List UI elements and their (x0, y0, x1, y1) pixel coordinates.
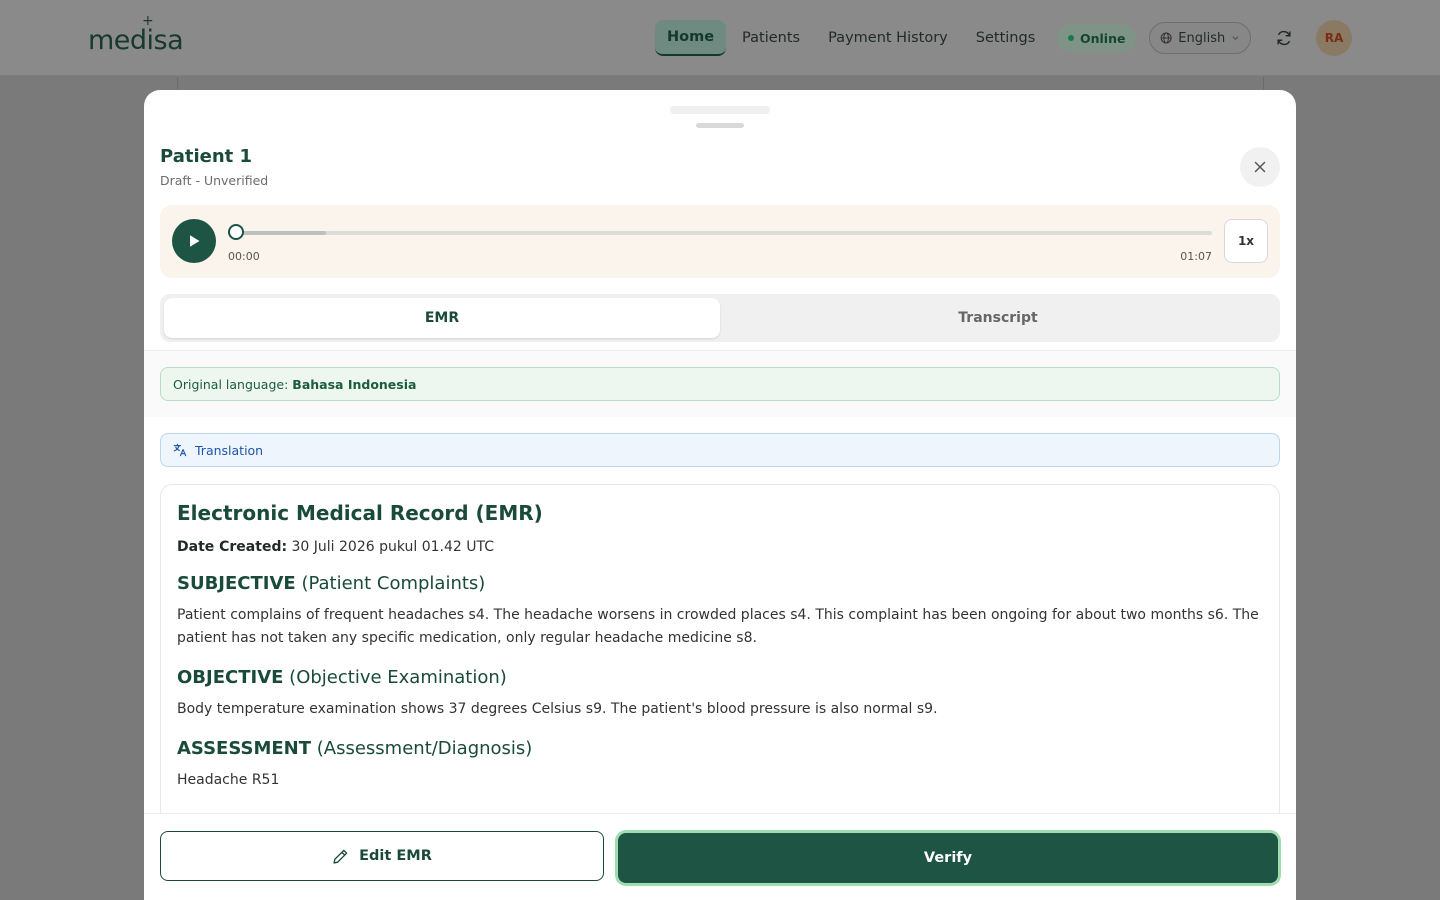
logo-text: medisa (88, 25, 184, 56)
date-created-label: Date Created: (177, 539, 288, 555)
tab-emr[interactable]: EMR (164, 298, 720, 338)
language-label: English (1178, 30, 1226, 46)
section-heading-subjective: SUBJECTIVE (Patient Complaints) (177, 573, 1263, 594)
play-icon (190, 235, 200, 247)
translation-label: Translation (195, 442, 264, 458)
section-body-subjective: Patient complains of frequent headaches … (177, 607, 1259, 646)
audio-player: 00:00 01:07 1x (160, 205, 1280, 278)
date-created-value: 30 Juli 2026 pukul 01.42 UTC (291, 539, 495, 555)
refresh-icon (1277, 30, 1291, 46)
drag-handle[interactable] (696, 123, 744, 128)
chevron-down-icon (1232, 36, 1239, 41)
refresh-button[interactable] (1270, 24, 1298, 52)
main-nav: Home Patients Payment History Settings (655, 20, 1051, 56)
translate-icon (173, 443, 187, 457)
tab-transcript[interactable]: Transcript (720, 298, 1276, 338)
emr-title: Electronic Medical Record (EMR) (177, 501, 543, 525)
emr-content: Electronic Medical Record (EMR) Date Cre… (160, 484, 1280, 824)
nav-home[interactable]: Home (655, 20, 727, 56)
logo-plus-icon: + (142, 13, 154, 29)
medisa-logo[interactable]: medisa + (88, 14, 184, 56)
section-heading-assessment: ASSESSMENT (Assessment/Diagnosis) (177, 738, 1263, 759)
original-language-value: Bahasa Indonesia (292, 376, 417, 392)
section-body-assessment: Headache R51 (177, 772, 280, 788)
drag-handle-track (670, 106, 770, 114)
modal-footer: Edit EMR Verify (144, 813, 1296, 900)
section-heading-bold: SUBJECTIVE (177, 573, 296, 594)
close-icon (1254, 161, 1266, 173)
section-heading-rest: (Assessment/Diagnosis) (316, 738, 533, 759)
nav-payment-history[interactable]: Payment History (816, 20, 960, 56)
translation-toggle[interactable]: Translation (160, 433, 1280, 467)
section-heading-bold: OBJECTIVE (177, 667, 284, 688)
status-dot-icon (1068, 35, 1074, 41)
status-text: Online (1080, 30, 1126, 46)
online-status-badge: Online (1057, 24, 1137, 52)
section-heading-rest: (Objective Examination) (289, 667, 507, 688)
total-time: 01:07 (1180, 250, 1212, 263)
play-button[interactable] (172, 219, 216, 263)
audio-progress-slider[interactable] (228, 224, 1212, 240)
section-body-objective: Body temperature examination shows 37 de… (177, 701, 938, 717)
original-language-banner: Original language: Bahasa Indonesia (160, 367, 1280, 401)
section-heading-bold: ASSESSMENT (177, 738, 312, 759)
patient-emr-modal: Patient 1 Draft - Unverified 00:00 01:07… (144, 90, 1296, 900)
section-heading-objective: OBJECTIVE (Objective Examination) (177, 667, 1263, 688)
view-tabs: EMR Transcript (160, 294, 1280, 342)
verify-button[interactable]: Verify (618, 833, 1278, 883)
nav-patients[interactable]: Patients (730, 20, 812, 56)
edit-emr-label: Edit EMR (359, 848, 432, 864)
current-time: 00:00 (228, 250, 260, 263)
user-avatar[interactable]: RA (1316, 20, 1352, 56)
pencil-icon (333, 849, 348, 864)
original-language-label: Original language: (173, 376, 289, 392)
edit-emr-button[interactable]: Edit EMR (160, 831, 604, 881)
app-header: medisa + Home Patients Payment History S… (0, 0, 1440, 76)
playback-speed-button[interactable]: 1x (1224, 219, 1268, 263)
audio-progress-handle[interactable] (228, 224, 244, 240)
nav-settings[interactable]: Settings (964, 20, 1047, 56)
patient-name: Patient 1 (160, 146, 253, 167)
patient-status: Draft - Unverified (160, 173, 269, 188)
close-button[interactable] (1240, 147, 1280, 187)
globe-icon (1160, 32, 1172, 44)
language-select[interactable]: English (1149, 22, 1251, 54)
date-created: Date Created: 30 Juli 2026 pukul 01.42 U… (177, 539, 1263, 555)
section-heading-rest: (Patient Complaints) (301, 573, 486, 594)
